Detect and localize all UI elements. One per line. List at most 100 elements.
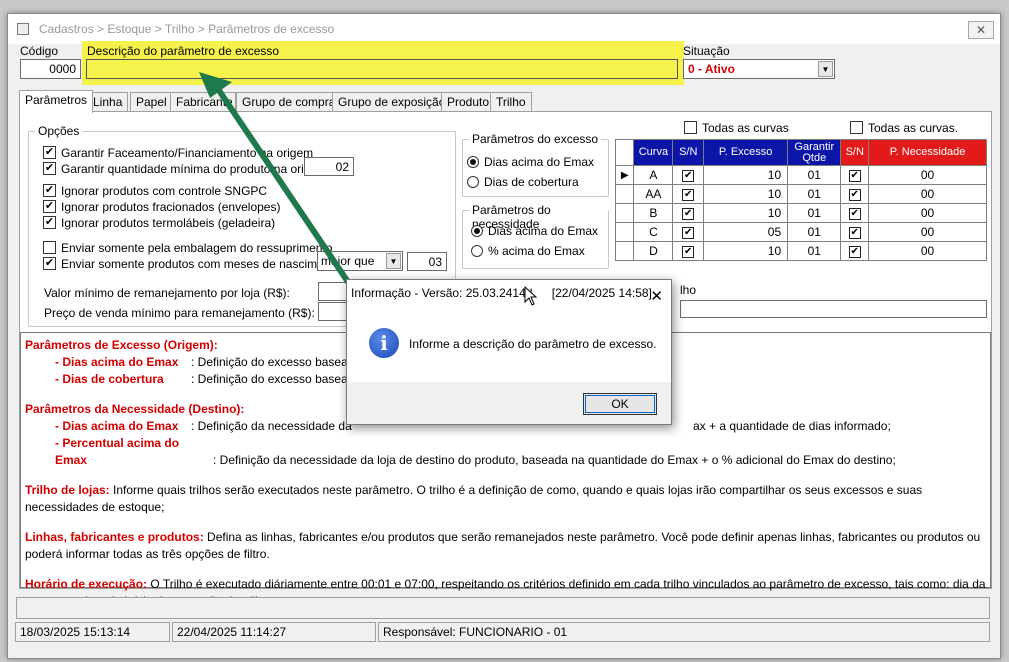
meses-comparador-select[interactable]: maior que ▼ xyxy=(317,251,403,271)
qtd-minima-field[interactable]: 02 xyxy=(304,157,354,176)
checkbox-icon[interactable]: ✔ xyxy=(848,226,861,239)
grid-cell-garantir[interactable]: 01 xyxy=(787,203,842,223)
opcao-checkbox-6[interactable]: ✔ xyxy=(43,257,56,270)
situacao-select[interactable]: 0 - Ativo ▼ xyxy=(683,59,835,79)
info-necessidade-dias-label: - Dias acima do Emax xyxy=(55,419,179,433)
grid-cell-sn1-checkbox[interactable]: ✔ xyxy=(672,222,705,242)
grid-row[interactable]: D ✔ 10 01 ✔ 00 xyxy=(614,241,987,261)
checkbox-icon[interactable]: ✔ xyxy=(848,207,861,220)
trilho-field-label: lho xyxy=(680,283,697,297)
tab-grupo-exposicao[interactable]: Grupo de exposição xyxy=(332,92,452,112)
grid-row-indicator[interactable] xyxy=(614,222,635,242)
grid-cell-sn1-checkbox[interactable]: ✔ xyxy=(672,203,705,223)
grid-cell-garantir[interactable]: 01 xyxy=(787,222,842,242)
checkbox-icon[interactable]: ✔ xyxy=(682,207,695,220)
checkbox-icon[interactable]: ✔ xyxy=(682,245,695,258)
grid-header-garantir: Garantir Qtde xyxy=(787,139,842,166)
grid-row[interactable]: ▶ A ✔ 10 01 ✔ 00 xyxy=(614,165,987,185)
info-excesso-cobertura-text: : Definição do excesso basead xyxy=(191,372,355,386)
necessidade-radio-dias-emax[interactable] xyxy=(471,225,483,237)
excesso-radio-label-0: Dias acima do Emax xyxy=(484,155,595,169)
checkbox-icon[interactable]: ✔ xyxy=(682,169,695,182)
grid-cell-sn1-checkbox[interactable]: ✔ xyxy=(672,165,705,185)
grid-header-curva: Curva xyxy=(633,139,674,166)
grid-row-indicator[interactable] xyxy=(614,203,635,223)
opcoes-title: Opções xyxy=(35,124,83,138)
chevron-down-icon: ▼ xyxy=(386,253,401,269)
excesso-radio-dias-emax[interactable] xyxy=(467,156,479,168)
opcao-checkbox-2[interactable]: ✔ xyxy=(43,184,56,197)
opcao-label-1: Garantir quantidade mínima do produto na… xyxy=(61,162,331,176)
grid-row[interactable]: B ✔ 10 01 ✔ 00 xyxy=(614,203,987,223)
grid-cell-necessidade[interactable]: 00 xyxy=(868,184,987,204)
grid-cell-excesso[interactable]: 10 xyxy=(703,203,789,223)
grid-cell-sn2-checkbox[interactable]: ✔ xyxy=(840,241,870,261)
dialog-title-bar: Informação - Versão: 25.03.2414d [22/04/… xyxy=(347,280,671,306)
opcao-checkbox-0[interactable]: ✔ xyxy=(43,146,56,159)
grid-row-indicator[interactable]: ▶ xyxy=(614,165,635,185)
tab-fabricante[interactable]: Fabricante xyxy=(170,92,236,112)
grid-row[interactable]: C ✔ 05 01 ✔ 00 xyxy=(614,222,987,242)
opcao-label-6: Enviar somente produtos com meses de nas… xyxy=(61,257,344,271)
info-necessidade-dias-tail: ax + a quantidade de dias informado; xyxy=(693,419,891,433)
grid-cell-curva[interactable]: A xyxy=(633,165,674,185)
descricao-field[interactable] xyxy=(86,59,678,79)
codigo-field[interactable]: 0000 xyxy=(20,59,81,79)
grid-cell-sn2-checkbox[interactable]: ✔ xyxy=(840,203,870,223)
grid-cell-garantir[interactable]: 01 xyxy=(787,241,842,261)
tab-grupo-compra[interactable]: Grupo de compra xyxy=(236,92,342,112)
checkbox-icon[interactable]: ✔ xyxy=(848,188,861,201)
grid-cell-sn2-checkbox[interactable]: ✔ xyxy=(840,184,870,204)
tab-parametros[interactable]: Parâmetros xyxy=(19,90,94,113)
excesso-radio-cobertura[interactable] xyxy=(467,176,479,188)
dialog-title: Informação - Versão: 25.03.2414d xyxy=(351,286,533,300)
grid-cell-sn1-checkbox[interactable]: ✔ xyxy=(672,184,705,204)
tab-produto[interactable]: Produto xyxy=(441,92,496,112)
todas-curvas-necessidade-checkbox[interactable] xyxy=(850,121,863,134)
grid-cell-curva[interactable]: B xyxy=(633,203,674,223)
opcao-checkbox-4[interactable]: ✔ xyxy=(43,216,56,229)
window-title: Cadastros > Estoque > Trilho > Parâmetro… xyxy=(39,22,335,36)
close-button[interactable]: ✕ xyxy=(968,21,994,39)
tab-trilho[interactable]: Trilho xyxy=(490,92,532,112)
opcao-label-3: Ignorar produtos fracionados (envelopes) xyxy=(61,200,281,214)
chevron-down-icon: ▼ xyxy=(818,61,833,77)
grid-cell-excesso[interactable]: 10 xyxy=(703,241,789,261)
grid-row[interactable]: AA ✔ 10 01 ✔ 00 xyxy=(614,184,987,204)
grid-cell-excesso[interactable]: 10 xyxy=(703,184,789,204)
grid-cell-necessidade[interactable]: 00 xyxy=(868,241,987,261)
status-date-created: 18/03/2025 15:13:14 xyxy=(15,622,170,642)
opcao-checkbox-3[interactable]: ✔ xyxy=(43,200,56,213)
grid-cell-excesso[interactable]: 05 xyxy=(703,222,789,242)
checkbox-icon[interactable]: ✔ xyxy=(848,245,861,258)
grid-cell-necessidade[interactable]: 00 xyxy=(868,165,987,185)
checkbox-icon[interactable]: ✔ xyxy=(682,226,695,239)
trilho-field[interactable] xyxy=(680,300,987,318)
grid-cell-excesso[interactable]: 10 xyxy=(703,165,789,185)
info-necessidade-title: Parâmetros da Necessidade (Destino): xyxy=(25,402,245,416)
opcao-label-4: Ignorar produtos termolábeis (geladeira) xyxy=(61,216,276,230)
grid-cell-sn2-checkbox[interactable]: ✔ xyxy=(840,165,870,185)
grid-cell-sn2-checkbox[interactable]: ✔ xyxy=(840,222,870,242)
info-necessidade-dias-text: : Definição da necessidade da xyxy=(191,419,352,433)
grid-cell-curva[interactable]: C xyxy=(633,222,674,242)
grid-cell-garantir[interactable]: 01 xyxy=(787,184,842,204)
grid-cell-curva[interactable]: D xyxy=(633,241,674,261)
todas-curvas-excesso-checkbox[interactable] xyxy=(684,121,697,134)
grid-cell-garantir[interactable]: 01 xyxy=(787,165,842,185)
ok-button[interactable]: OK xyxy=(583,393,657,415)
grid-row-indicator[interactable] xyxy=(614,241,635,261)
tab-papel[interactable]: Papel xyxy=(130,92,173,112)
tab-linha[interactable]: Linha xyxy=(87,92,129,112)
checkbox-icon[interactable]: ✔ xyxy=(682,188,695,201)
necessidade-radio-percentual[interactable] xyxy=(471,245,483,257)
checkbox-icon[interactable]: ✔ xyxy=(848,169,861,182)
meses-field[interactable]: 03 xyxy=(407,252,447,271)
grid-cell-necessidade[interactable]: 00 xyxy=(868,203,987,223)
grid-cell-necessidade[interactable]: 00 xyxy=(868,222,987,242)
grid-cell-sn1-checkbox[interactable]: ✔ xyxy=(672,241,705,261)
opcao-checkbox-5[interactable] xyxy=(43,241,56,254)
grid-row-indicator[interactable] xyxy=(614,184,635,204)
grid-cell-curva[interactable]: AA xyxy=(633,184,674,204)
opcao-checkbox-1[interactable]: ✔ xyxy=(43,162,56,175)
